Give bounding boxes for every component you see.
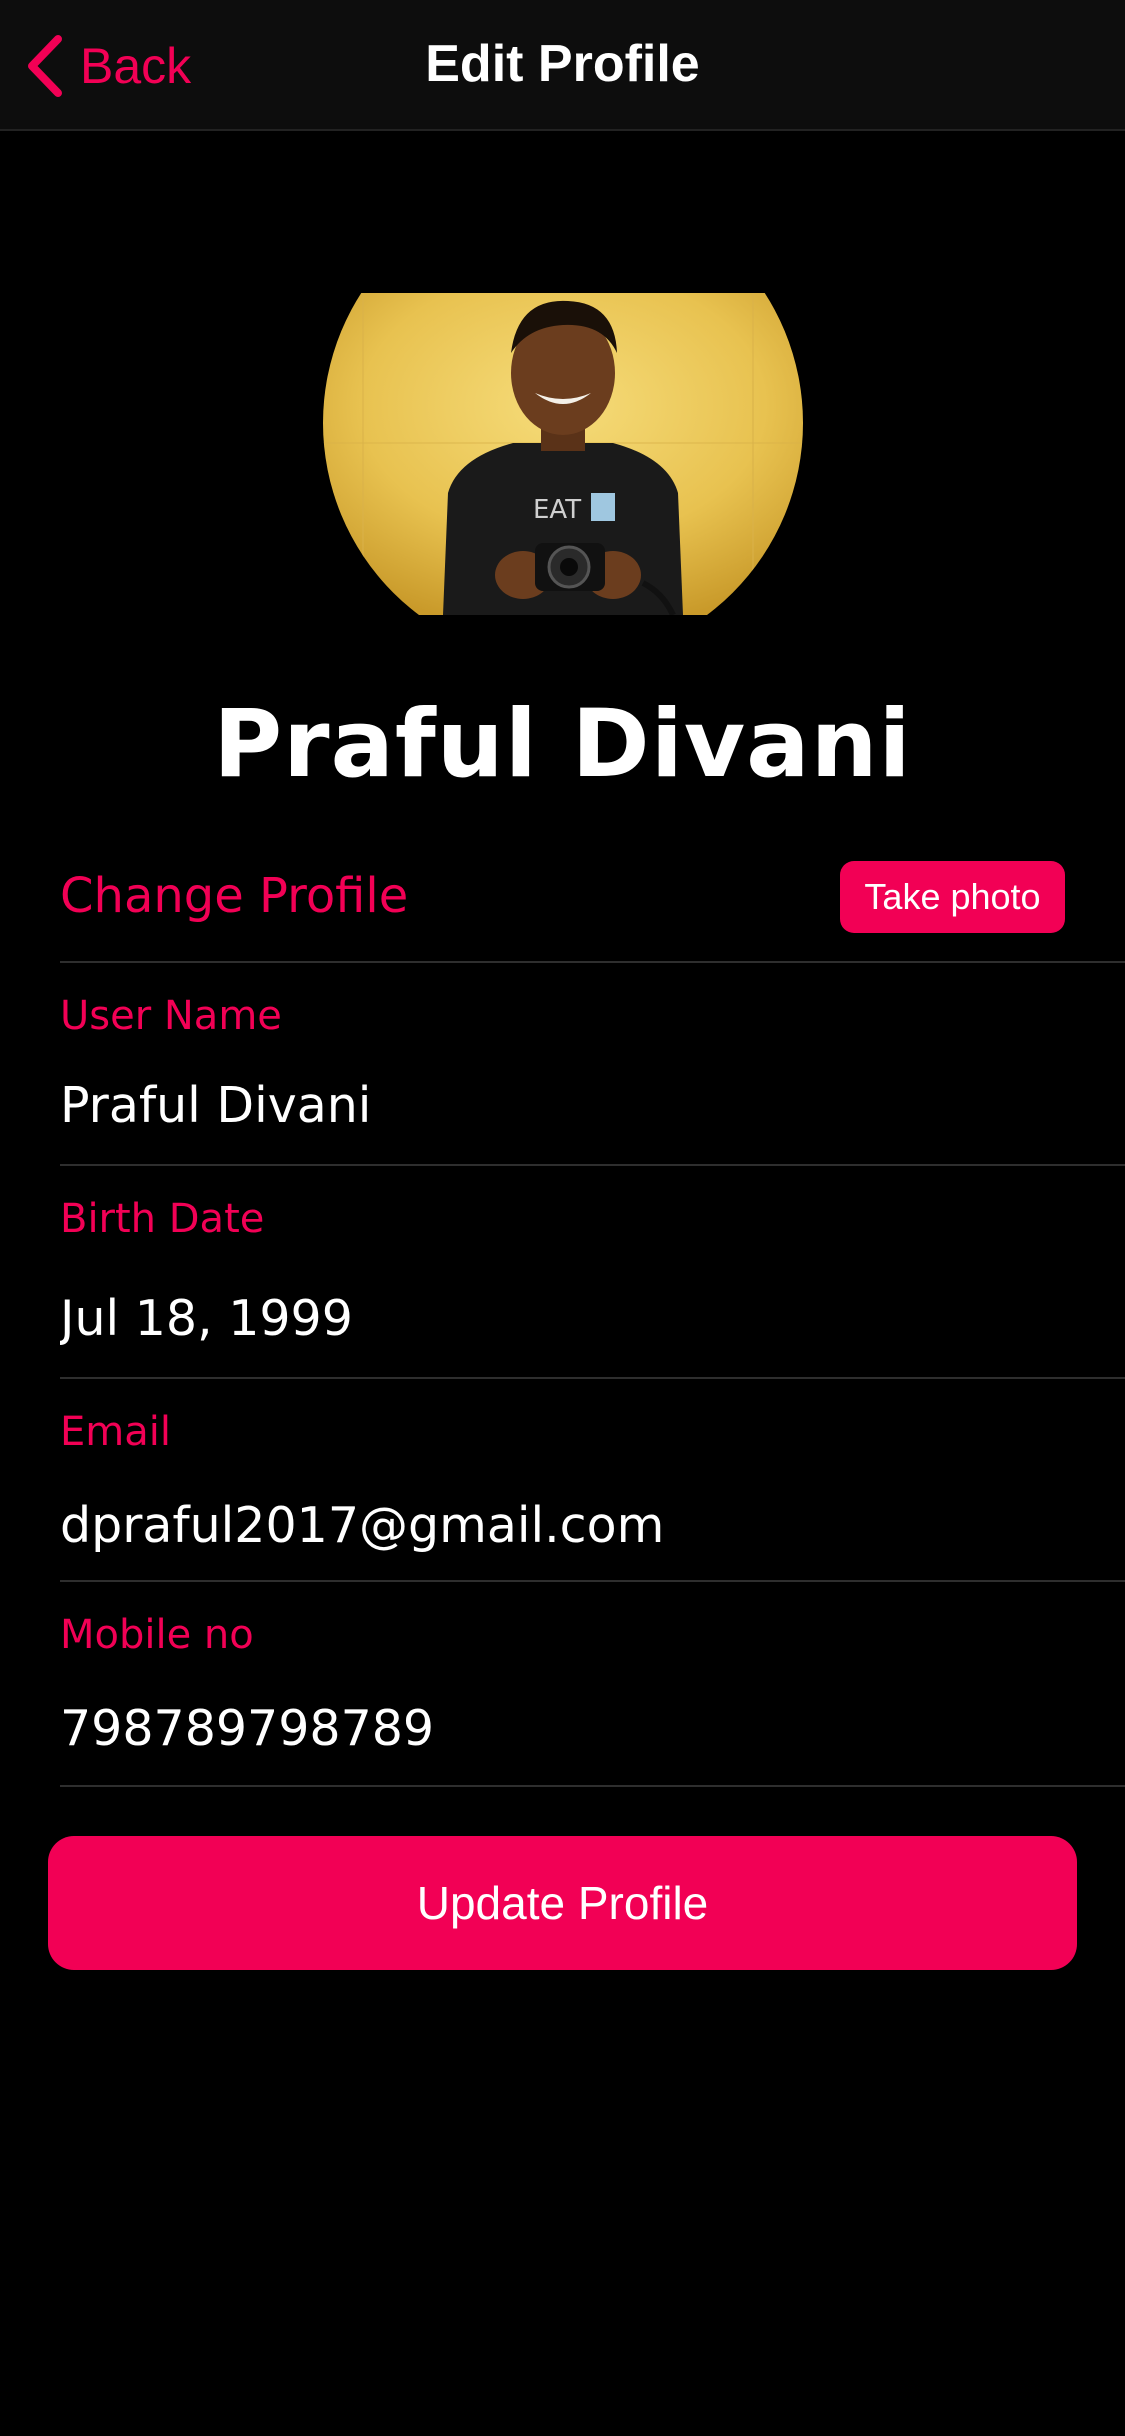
birth-date-input[interactable] — [60, 1286, 1060, 1350]
mobile-input[interactable] — [60, 1696, 1060, 1760]
change-profile-link[interactable]: Change Profile — [60, 868, 408, 924]
email-label: Email — [60, 1409, 171, 1455]
username-input[interactable] — [60, 1073, 1060, 1137]
svg-text:EAT: EAT — [533, 495, 581, 525]
birth-date-label: Birth Date — [60, 1196, 265, 1242]
username-label: User Name — [60, 993, 282, 1039]
email-field-group: Email — [60, 1379, 1125, 1582]
username-field-group: User Name — [60, 963, 1125, 1166]
update-profile-button[interactable]: Update Profile — [48, 1836, 1077, 1970]
page-title: Edit Profile — [425, 35, 700, 93]
nav-bar: Back Edit Profile — [0, 0, 1125, 131]
mobile-label: Mobile no — [60, 1612, 254, 1658]
change-profile-row: Change Profile Take photo — [60, 855, 1125, 963]
profile-photo: EAT — [323, 293, 803, 615]
email-input[interactable] — [60, 1493, 1060, 1557]
profile-name: Praful Divani — [213, 690, 912, 799]
birth-date-field-group: Birth Date — [60, 1166, 1125, 1379]
profile-avatar[interactable]: EAT — [323, 293, 803, 615]
mobile-field-group: Mobile no — [60, 1582, 1125, 1787]
take-photo-button[interactable]: Take photo — [840, 861, 1065, 933]
